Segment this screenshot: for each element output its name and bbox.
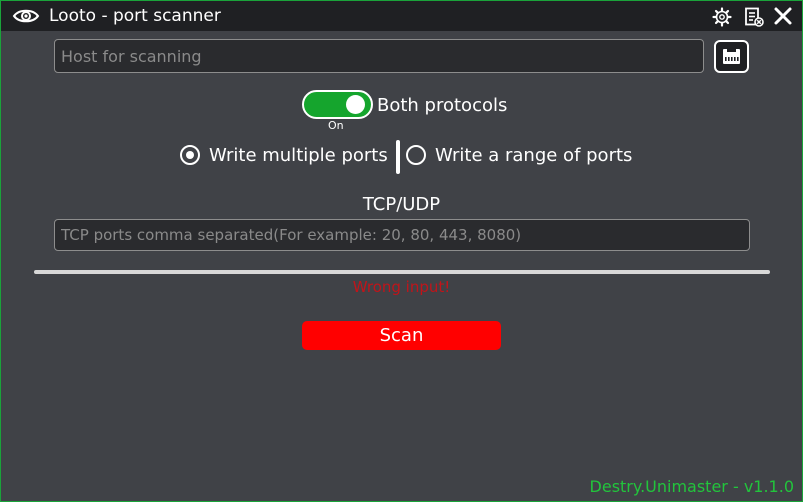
error-message: Wrong input! [352, 278, 451, 296]
ports-input[interactable] [54, 219, 750, 251]
toggle-knob [346, 95, 365, 114]
radio-divider [396, 140, 400, 174]
scan-button[interactable]: Scan [302, 321, 501, 350]
radio-port-range-label: Write a range of ports [435, 145, 633, 166]
ethernet-port-icon [723, 49, 740, 64]
radio-selected-indicator [180, 145, 200, 165]
eye-icon [12, 9, 40, 23]
both-protocols-label[interactable]: Both protocols [377, 94, 507, 118]
gear-icon[interactable] [712, 7, 732, 27]
app-window: Looto - port scanner Host for scanning O… [0, 0, 803, 502]
protocol-label: TCP/UDP [362, 194, 441, 215]
host-input[interactable] [54, 39, 704, 73]
toggle-state-label: On [328, 119, 344, 132]
scan-progress-bar [34, 270, 770, 274]
title-bar[interactable]: Looto - port scanner [1, 1, 802, 31]
version-credit: Destry.Unimaster - v1.1.0 [589, 477, 794, 496]
network-interface-button[interactable] [714, 40, 749, 73]
radio-unselected-indicator [406, 145, 426, 165]
both-protocols-toggle[interactable] [302, 90, 373, 119]
radio-multiple-ports-label: Write multiple ports [209, 145, 388, 166]
radio-dot [186, 151, 194, 159]
log-icon[interactable] [744, 7, 764, 27]
window-title: Looto - port scanner [49, 6, 221, 26]
close-icon[interactable] [773, 6, 793, 26]
